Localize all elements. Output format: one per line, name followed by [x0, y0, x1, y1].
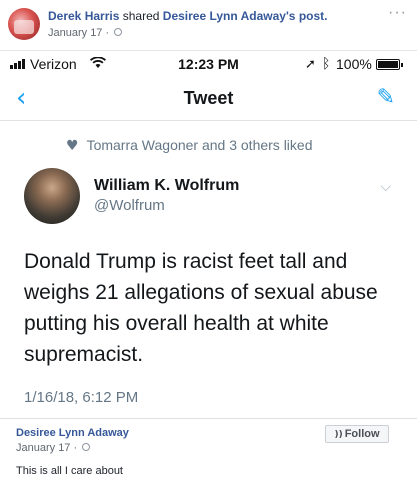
chevron-down-icon[interactable]: ⌵ [380, 179, 391, 195]
post-link[interactable]: post. [299, 9, 328, 23]
globe-icon [82, 443, 91, 452]
sharer-name-link[interactable]: Derek Harris [48, 9, 119, 23]
shared-caption: This is all I care about [16, 465, 123, 477]
ios-status-bar: Verizon 12:23 PM ➚ ᛒ 100% [0, 51, 417, 77]
sharer-avatar[interactable] [8, 8, 40, 40]
battery-icon [376, 59, 403, 70]
author-handle[interactable]: @Wolfrum [94, 197, 165, 214]
heart-icon: ♥ [66, 138, 79, 154]
shared-post-meta: January 17 · [16, 442, 91, 454]
liked-by-text: Tomarra Wagoner and 3 others liked [86, 137, 313, 153]
battery-level-fill [378, 61, 398, 68]
nav-title: Tweet [183, 88, 234, 108]
shared-post: Desiree Lynn Adaway January 17 · )) Follo… [0, 418, 417, 492]
post-header-line: Derek Harris shared Desiree Lynn Adaway'… [48, 9, 327, 23]
post-date-link[interactable]: January 17 · [48, 27, 109, 39]
tweet-body: Donald Trump is racist feet tall and wei… [24, 250, 378, 366]
follow-button[interactable]: )) Follow [325, 425, 389, 443]
share-action-text: shared [122, 9, 160, 23]
original-author-link[interactable]: Desiree Lynn Adaway's [163, 9, 296, 23]
rss-icon: )) [334, 430, 343, 440]
shared-date-link[interactable]: January 17 · [16, 442, 77, 454]
battery-percent: 100% [336, 56, 372, 72]
compose-tweet-icon[interactable]: ✎ [377, 85, 395, 110]
post-meta: January 17 · [48, 27, 123, 39]
author-name[interactable]: William K. Wolfrum [94, 177, 239, 195]
author-avatar[interactable] [24, 168, 80, 224]
tweet-nav-bar: ‹ Tweet ✎ [0, 77, 417, 121]
more-options-icon[interactable]: ··· [388, 4, 407, 22]
tweet-screenshot[interactable]: Verizon 12:23 PM ➚ ᛒ 100% ‹ Tweet ✎ ♥ Tom… [0, 50, 417, 418]
liked-by-row[interactable]: ♥ Tomarra Wagoner and 3 others liked [66, 137, 313, 154]
globe-icon [114, 28, 123, 37]
tweet-timestamp: 1/16/18, 6:12 PM [24, 389, 139, 406]
shared-author-link[interactable]: Desiree Lynn Adaway [16, 427, 129, 439]
post-header: Derek Harris shared Desiree Lynn Adaway'… [0, 0, 417, 50]
location-arrow-icon: ➚ [305, 56, 316, 71]
bluetooth-icon: ᛒ [322, 55, 331, 71]
follow-label: Follow [344, 428, 380, 440]
